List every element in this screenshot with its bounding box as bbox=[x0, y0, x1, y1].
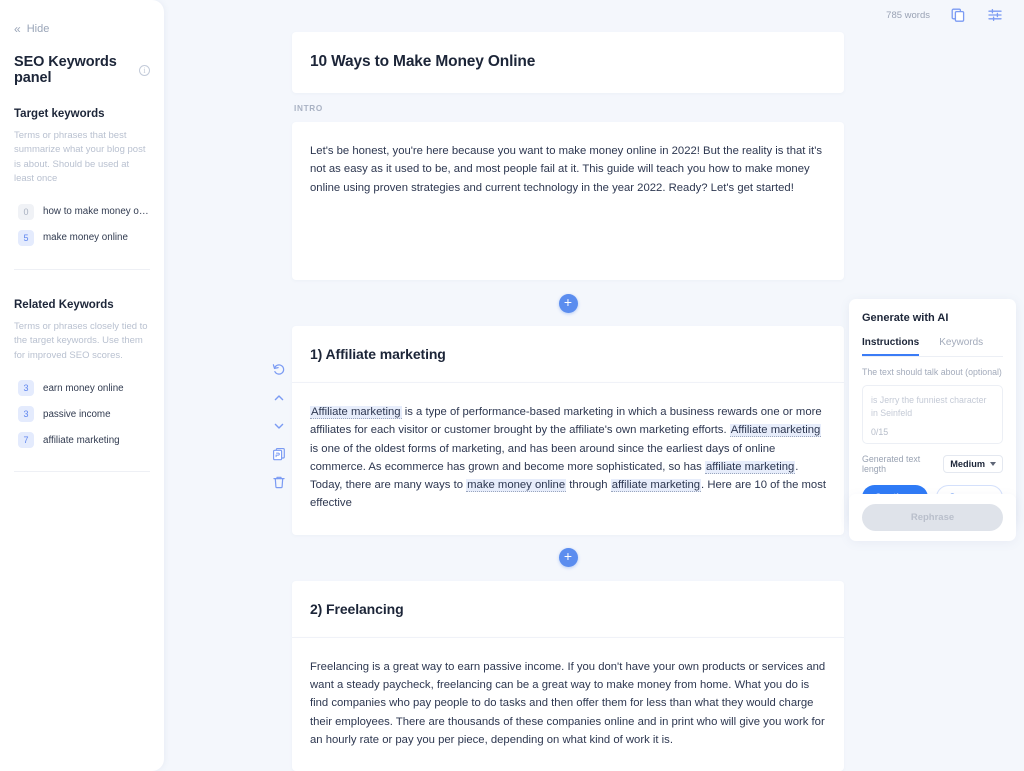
section-heading: 2) Freelancing bbox=[310, 600, 404, 617]
target-keywords-heading: Target keywords bbox=[14, 108, 105, 120]
intro-paragraph: Let's be honest, you're here because you… bbox=[310, 145, 822, 194]
keyword-highlight[interactable]: Affiliate marketing bbox=[729, 424, 822, 438]
related-keywords-heading: Related Keywords bbox=[14, 298, 114, 311]
app-root: « Hide SEO Keywords panel i Target keywo… bbox=[0, 0, 1024, 771]
document-title: 10 Ways to Make Money Online bbox=[310, 53, 536, 70]
list-item[interactable]: 0 how to make money online i... bbox=[14, 199, 150, 225]
keyword-count-badge: 7 bbox=[18, 432, 34, 449]
intro-section-label: INTRO bbox=[294, 104, 323, 113]
seo-keywords-sidebar: « Hide SEO Keywords panel i Target keywo… bbox=[0, 0, 164, 771]
rephrase-button[interactable]: Rephrase bbox=[862, 504, 1003, 531]
ai-input-placeholder: is Jerry the funniest character in Seinf… bbox=[871, 395, 987, 418]
word-count-label: 785 words bbox=[886, 9, 930, 21]
rephrase-panel: Rephrase bbox=[849, 494, 1016, 541]
paragraph-text-run: through bbox=[566, 479, 611, 492]
divider bbox=[14, 268, 150, 270]
keyword-count-badge: 3 bbox=[18, 406, 34, 423]
tab-keywords[interactable]: Keywords bbox=[939, 337, 983, 356]
generated-length-select[interactable]: Medium bbox=[943, 454, 1003, 473]
related-keywords-section: Related Keywords Terms or phrases closel… bbox=[14, 298, 150, 473]
keyword-label: passive income bbox=[43, 408, 111, 420]
add-block-row: + bbox=[292, 535, 844, 581]
keyword-label: earn money online bbox=[43, 382, 124, 394]
keyword-count-badge: 3 bbox=[18, 380, 34, 397]
list-item[interactable]: 3 passive income bbox=[14, 401, 150, 427]
add-block-button[interactable]: + bbox=[558, 548, 578, 568]
add-block-row: + bbox=[292, 280, 844, 326]
section-heading: 1) Affiliate marketing bbox=[310, 346, 446, 362]
section-2-body-block[interactable]: Freelancing is a great way to earn passi… bbox=[292, 637, 844, 771]
list-item[interactable]: 5 make money online bbox=[14, 225, 150, 251]
page-title: SEO Keywords panel bbox=[14, 54, 117, 86]
chevron-down-icon bbox=[990, 461, 996, 466]
keyword-label: make money online bbox=[43, 232, 128, 244]
keyword-count-badge: 5 bbox=[18, 229, 34, 246]
panel-header: SEO Keywords panel i bbox=[14, 54, 150, 86]
document-title-block[interactable]: 10 Ways to Make Money Online bbox=[292, 32, 844, 93]
trash-icon[interactable] bbox=[272, 474, 287, 489]
target-keywords-description: Terms or phrases that best summarize wha… bbox=[14, 130, 146, 185]
ai-char-counter: 0/15 bbox=[871, 426, 889, 437]
divider bbox=[14, 471, 150, 473]
keyword-label: how to make money online i... bbox=[43, 206, 150, 218]
info-icon[interactable]: i bbox=[139, 64, 150, 76]
keyword-highlight[interactable]: affiliate marketing bbox=[704, 460, 796, 474]
section-1-heading-block[interactable]: 1) Affiliate marketing bbox=[292, 326, 844, 383]
ai-instructions-input[interactable]: is Jerry the funniest character in Seinf… bbox=[862, 385, 1003, 444]
target-keywords-section: Target keywords Terms or phrases that be… bbox=[14, 108, 150, 270]
list-item[interactable]: 3 earn money online bbox=[14, 375, 150, 401]
chevron-up-icon[interactable] bbox=[272, 390, 287, 405]
keyword-highlight[interactable]: Affiliate marketing bbox=[310, 406, 402, 419]
intro-block[interactable]: Let's be honest, you're here because you… bbox=[292, 122, 844, 280]
ai-field-label: The text should talk about (optional) bbox=[862, 367, 1002, 377]
related-keywords-description: Terms or phrases closely tied to the tar… bbox=[14, 320, 148, 361]
section-1-paragraph: Affiliate marketing is a type of perform… bbox=[310, 403, 826, 513]
generated-length-value: Medium bbox=[950, 458, 985, 469]
generated-length-row: Generated text length Medium bbox=[862, 454, 1003, 474]
tab-instructions[interactable]: Instructions bbox=[862, 337, 920, 356]
generate-with-ai-panel: Generate with AI Instructions Keywords T… bbox=[849, 299, 1016, 524]
related-keywords-list: 3 earn money online 3 passive income 7 a… bbox=[14, 375, 150, 453]
keyword-count-badge: 0 bbox=[18, 203, 34, 220]
duplicate-icon[interactable] bbox=[272, 446, 287, 461]
hide-panel-label: Hide bbox=[26, 23, 50, 35]
keyword-label: affiliate marketing bbox=[43, 434, 120, 446]
list-item[interactable]: 7 affiliate marketing bbox=[14, 427, 150, 453]
section-2-heading-block[interactable]: 2) Freelancing bbox=[292, 580, 844, 638]
target-keywords-list: 0 how to make money online i... 5 make m… bbox=[14, 199, 150, 251]
generated-length-label: Generated text length bbox=[862, 453, 921, 474]
chevrons-left-icon: « bbox=[14, 22, 21, 36]
keyword-highlight[interactable]: make money online bbox=[466, 479, 567, 493]
undo-icon[interactable] bbox=[272, 362, 287, 377]
editor-toolbar: 785 words bbox=[886, 0, 1004, 30]
keyword-highlight[interactable]: affiliate marketing bbox=[610, 479, 702, 493]
ai-panel-title: Generate with AI bbox=[862, 312, 949, 324]
sliders-icon[interactable] bbox=[986, 6, 1004, 24]
ai-panel-tabs: Instructions Keywords bbox=[862, 337, 1003, 357]
block-toolbar bbox=[270, 362, 288, 489]
section-1-body-block[interactable]: Affiliate marketing is a type of perform… bbox=[292, 383, 844, 535]
hide-panel-button[interactable]: « Hide bbox=[14, 23, 150, 35]
chevron-down-icon[interactable] bbox=[272, 418, 287, 433]
copy-icon[interactable] bbox=[949, 6, 967, 24]
section-2-paragraph: Freelancing is a great way to earn passi… bbox=[310, 660, 826, 746]
add-block-button[interactable]: + bbox=[558, 293, 578, 313]
document-editor: 10 Ways to Make Money Online INTRO Let's… bbox=[292, 0, 844, 771]
